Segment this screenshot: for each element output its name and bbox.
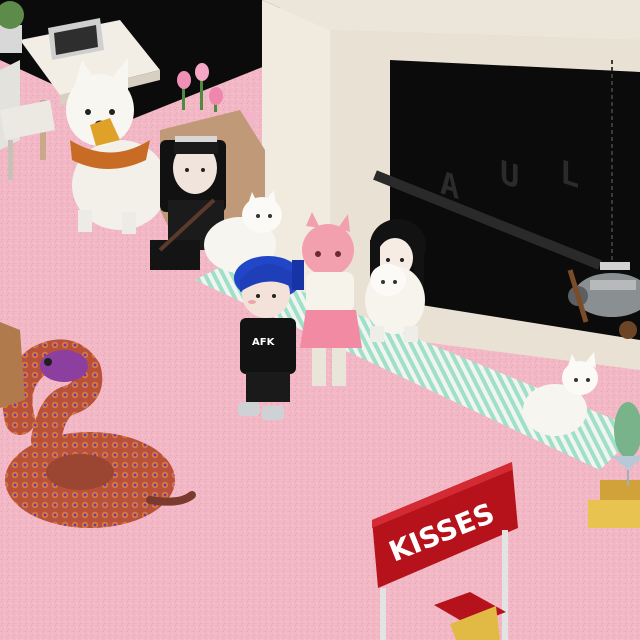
wall-letter-u: U bbox=[500, 153, 519, 196]
room-canvas: P A U L bbox=[0, 0, 640, 640]
potted-plant[interactable] bbox=[0, 1, 24, 53]
wall-letter-l: L bbox=[560, 153, 579, 196]
afk-shirt-label: AFK bbox=[252, 337, 276, 348]
game-room-scene: P A U L bbox=[0, 0, 640, 640]
wall-letter-a: A bbox=[440, 164, 459, 207]
